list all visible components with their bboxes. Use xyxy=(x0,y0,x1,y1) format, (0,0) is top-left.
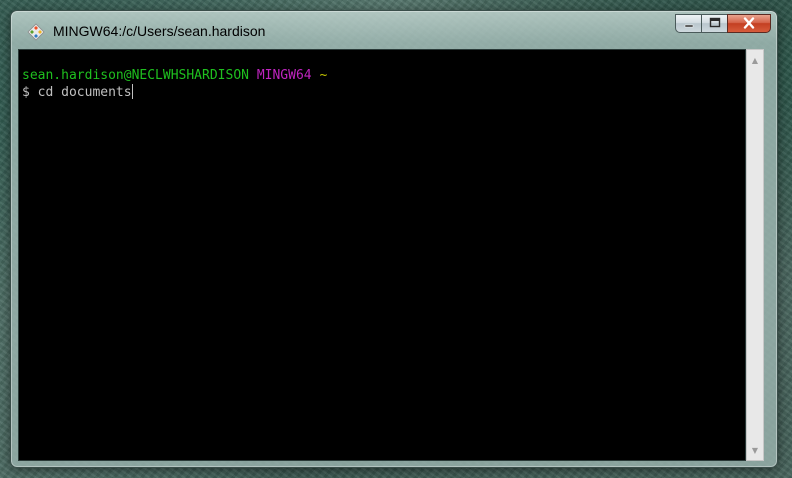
text-cursor xyxy=(131,84,133,99)
vertical-scrollbar[interactable]: ▲ ▼ xyxy=(746,49,764,461)
prompt-user-host: sean.hardison@NECLWHSHARDISON xyxy=(22,68,249,83)
caption-buttons xyxy=(675,14,771,34)
terminal-window: MINGW64:/c/Users/sean.hardison sean.hard… xyxy=(10,10,778,468)
scroll-down-arrow-icon[interactable]: ▼ xyxy=(747,442,763,458)
minimize-icon xyxy=(683,14,695,33)
maximize-icon xyxy=(708,14,722,33)
maximize-button[interactable] xyxy=(701,14,727,33)
prompt-env: MINGW64 xyxy=(256,68,312,83)
prompt-line: sean.hardison@NECLWHSHARDISON MINGW64 ~ xyxy=(22,68,327,83)
prompt-symbol: $ xyxy=(22,85,30,100)
terminal-output: sean.hardison@NECLWHSHARDISON MINGW64 ~ … xyxy=(19,50,745,101)
git-bash-diamond-icon[interactable] xyxy=(27,23,45,41)
close-icon xyxy=(742,14,756,33)
minimize-button[interactable] xyxy=(675,14,701,33)
terminal-area[interactable]: sean.hardison@NECLWHSHARDISON MINGW64 ~ … xyxy=(18,49,746,461)
close-button[interactable] xyxy=(727,14,771,33)
command-text: cd documents xyxy=(37,85,132,100)
command-line[interactable]: $ cd documents xyxy=(22,84,133,100)
prompt-dir: ~ xyxy=(319,68,328,83)
window-title: MINGW64:/c/Users/sean.hardison xyxy=(53,23,266,39)
title-bar[interactable]: MINGW64:/c/Users/sean.hardison xyxy=(11,11,777,49)
scroll-up-arrow-icon[interactable]: ▲ xyxy=(747,52,763,68)
